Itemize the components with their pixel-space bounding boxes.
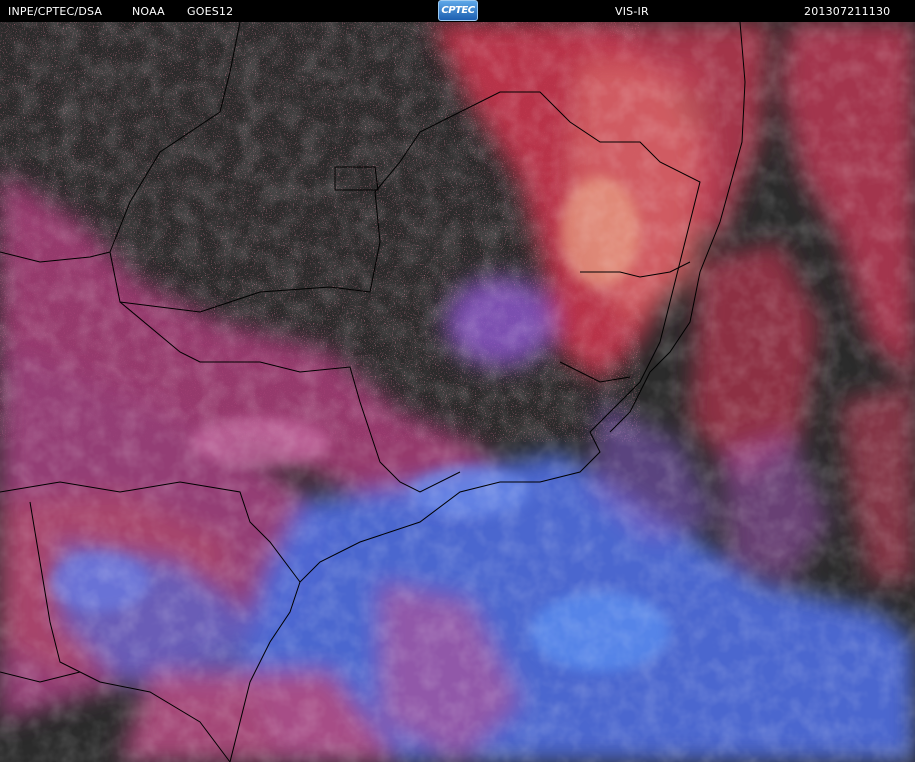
image-header-bar: INPE/CPTEC/DSA NOAA GOES12 CPTEC VIS-IR …: [0, 0, 915, 22]
agency-label: NOAA: [132, 5, 165, 18]
product-label: VIS-IR: [615, 5, 649, 18]
satellite-image-map: [0, 22, 915, 762]
timestamp-label: 201307211130: [804, 5, 891, 18]
cptec-logo-icon: CPTEC: [438, 0, 478, 21]
satellite-label: GOES12: [187, 5, 234, 18]
cloud-texture: [0, 22, 915, 762]
source-label: INPE/CPTEC/DSA: [8, 5, 103, 18]
